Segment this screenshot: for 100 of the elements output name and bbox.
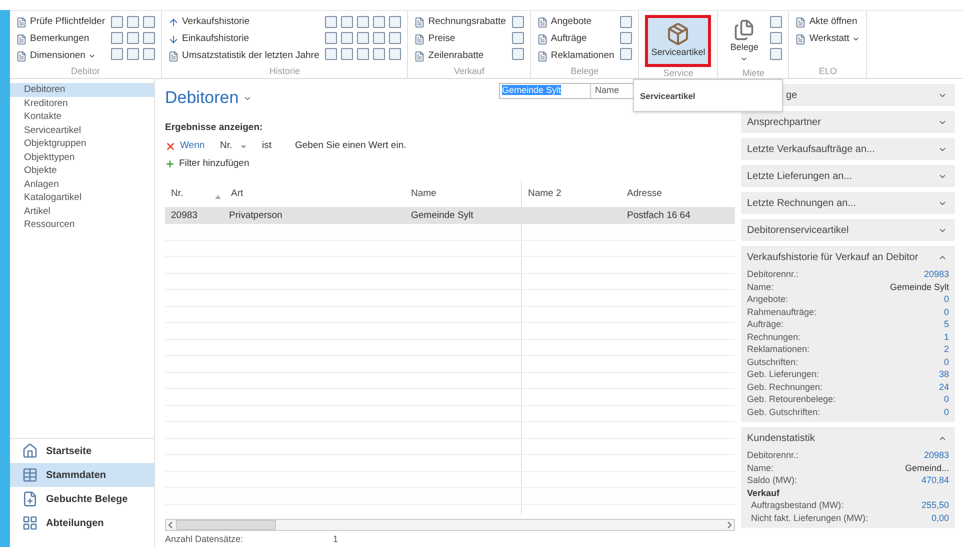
field-value-link[interactable]: 0 bbox=[944, 393, 949, 406]
scrollbar-thumb[interactable] bbox=[176, 520, 276, 530]
factbox-header[interactable]: Letzte Rechnungen an... bbox=[741, 192, 955, 214]
factbox-header[interactable]: Debitorenserviceartikel bbox=[741, 219, 955, 241]
field-value-link[interactable]: 0,00 bbox=[931, 512, 949, 524]
search-field[interactable]: Gemeinde Sylt Name bbox=[499, 83, 635, 99]
ribbon-button[interactable]: Bemerkungen bbox=[16, 32, 105, 46]
navigation-button[interactable]: Stammdaten bbox=[10, 463, 154, 487]
field-value-link[interactable]: 0 bbox=[944, 356, 949, 368]
sidebar-item[interactable]: Ressourcen bbox=[10, 218, 154, 232]
sidebar-item[interactable]: Serviceartikel bbox=[10, 124, 154, 137]
ribbon-button[interactable]: Aufträge bbox=[536, 32, 614, 46]
ribbon-button[interactable]: Zeilenrabatte bbox=[414, 49, 506, 63]
factbox-header[interactable]: Letzte Verkaufsaufträge an... bbox=[741, 138, 955, 160]
column-header[interactable]: Nr. bbox=[165, 181, 223, 208]
sidebar-item[interactable]: Objekte bbox=[10, 164, 154, 178]
toolbar-icon[interactable] bbox=[357, 32, 370, 44]
column-header[interactable]: Adresse bbox=[621, 181, 721, 208]
factbox-header[interactable]: Verkaufshistorie für Verkauf an Debitor bbox=[741, 246, 955, 268]
factbox-header[interactable]: Letzte Lieferungen an... bbox=[741, 165, 955, 187]
sidebar-item[interactable]: Katalogartikel bbox=[10, 191, 154, 204]
field-value-link[interactable]: 470,84 bbox=[921, 474, 949, 486]
toolbar-icon[interactable] bbox=[341, 32, 354, 44]
field-value-link[interactable]: 5 bbox=[944, 318, 949, 330]
toolbar-icon[interactable] bbox=[620, 16, 632, 28]
toolbar-icon[interactable] bbox=[357, 16, 370, 28]
ribbon-button[interactable]: Umsatzstatistik der letzten Jahre bbox=[168, 49, 320, 63]
sidebar-item[interactable]: Anlagen bbox=[10, 178, 154, 191]
field-label: Auftragsbestand (MW): bbox=[750, 499, 844, 512]
sidebar-item[interactable]: Objektgruppen bbox=[10, 137, 154, 150]
horizontal-scrollbar[interactable] bbox=[165, 519, 735, 531]
column-header[interactable]: Art bbox=[223, 181, 405, 208]
field-value-link[interactable]: 2 bbox=[944, 343, 949, 356]
toolbar-icon[interactable] bbox=[142, 16, 155, 28]
field-value-link[interactable]: 20983 bbox=[924, 268, 949, 280]
field-value-link[interactable]: 24 bbox=[938, 380, 949, 393]
ribbon-button[interactable]: Preise bbox=[414, 32, 506, 46]
ribbon-button[interactable]: Reklamationen bbox=[536, 49, 614, 63]
toolbar-icon[interactable] bbox=[770, 16, 782, 28]
toolbar-icon[interactable] bbox=[341, 48, 354, 60]
toolbar-icon[interactable] bbox=[770, 48, 782, 60]
filter-field-dropdown[interactable]: Nr. bbox=[220, 139, 262, 154]
toolbar-icon[interactable] bbox=[770, 32, 782, 44]
ribbon-button[interactable]: Prüfe Pflichtfelder bbox=[16, 15, 105, 29]
toolbar-icon[interactable] bbox=[142, 48, 155, 60]
toolbar-icon[interactable] bbox=[325, 32, 338, 44]
field-value-link[interactable]: 1 bbox=[944, 330, 949, 343]
toolbar-icon[interactable] bbox=[325, 16, 338, 28]
toolbar-icon[interactable] bbox=[373, 48, 386, 60]
toolbar-icon[interactable] bbox=[512, 32, 524, 44]
table-row[interactable]: 20983 Privatperson Gemeinde Sylt Postfach 16 64 bbox=[165, 207, 735, 224]
sidebar-item[interactable]: Kreditoren bbox=[10, 96, 154, 110]
toolbar-icon[interactable] bbox=[512, 48, 524, 60]
toolbar-icon[interactable] bbox=[389, 32, 402, 44]
search-field-selector[interactable]: Name bbox=[590, 84, 620, 98]
large-ribbon-button[interactable]: Serviceartikel bbox=[645, 15, 712, 67]
toolbar-icon[interactable] bbox=[110, 32, 123, 44]
navigation-button[interactable]: Abteilungen bbox=[10, 511, 154, 535]
field-value-link[interactable]: 255,50 bbox=[921, 499, 949, 512]
remove-filter-icon[interactable] bbox=[165, 140, 176, 152]
add-filter-link[interactable]: Filter hinzufügen bbox=[165, 157, 735, 172]
toolbar-icon[interactable] bbox=[341, 16, 354, 28]
toolbar-icon[interactable] bbox=[373, 32, 386, 44]
field-value-link[interactable]: 0 bbox=[944, 306, 949, 318]
toolbar-icon[interactable] bbox=[142, 32, 155, 44]
factbox-header[interactable]: ge bbox=[741, 84, 955, 106]
field-value-link[interactable]: 38 bbox=[938, 368, 949, 380]
toolbar-icon[interactable] bbox=[373, 16, 386, 28]
sidebar-item[interactable]: Artikel bbox=[10, 204, 154, 218]
toolbar-icon[interactable] bbox=[357, 48, 370, 60]
toolbar-icon[interactable] bbox=[110, 48, 123, 60]
ribbon-button[interactable]: Dimensionen bbox=[16, 49, 105, 63]
toolbar-icon[interactable] bbox=[325, 48, 338, 60]
navigation-button[interactable]: Startseite bbox=[10, 439, 154, 463]
ribbon-button[interactable]: Akte öffnen bbox=[795, 15, 860, 29]
sidebar-item[interactable]: Debitoren bbox=[10, 83, 154, 96]
column-header[interactable]: Name bbox=[405, 181, 521, 208]
toolbar-icon[interactable] bbox=[512, 16, 524, 28]
navigation-button[interactable]: Gebuchte Belege bbox=[10, 487, 154, 511]
toolbar-icon[interactable] bbox=[126, 16, 139, 28]
toolbar-icon[interactable] bbox=[620, 48, 632, 60]
toolbar-icon[interactable] bbox=[620, 32, 632, 44]
sidebar-item[interactable]: Kontakte bbox=[10, 110, 154, 124]
ribbon-button[interactable]: Einkaufshistorie bbox=[168, 32, 320, 46]
ribbon-button[interactable]: Angebote bbox=[536, 15, 614, 29]
toolbar-icon[interactable] bbox=[389, 16, 402, 28]
toolbar-icon[interactable] bbox=[110, 16, 123, 28]
field-value-link[interactable]: 0 bbox=[944, 293, 949, 306]
ribbon-button[interactable]: Rechnungsrabatte bbox=[414, 15, 506, 29]
toolbar-icon[interactable] bbox=[126, 48, 139, 60]
toolbar-icon[interactable] bbox=[389, 48, 402, 60]
ribbon-button[interactable]: Werkstatt bbox=[795, 32, 860, 46]
factbox-header[interactable]: Kundenstatistik bbox=[741, 427, 955, 449]
factbox-header[interactable]: Ansprechpartner bbox=[741, 111, 955, 133]
filter-value-input[interactable]: Geben Sie einen Wert ein. bbox=[295, 139, 406, 154]
toolbar-icon[interactable] bbox=[126, 32, 139, 44]
field-value-link[interactable]: 0 bbox=[944, 406, 949, 418]
sidebar-item[interactable]: Objekttypen bbox=[10, 150, 154, 164]
field-value-link[interactable]: 20983 bbox=[924, 449, 949, 462]
ribbon-button[interactable]: Verkaufshistorie bbox=[168, 15, 320, 29]
